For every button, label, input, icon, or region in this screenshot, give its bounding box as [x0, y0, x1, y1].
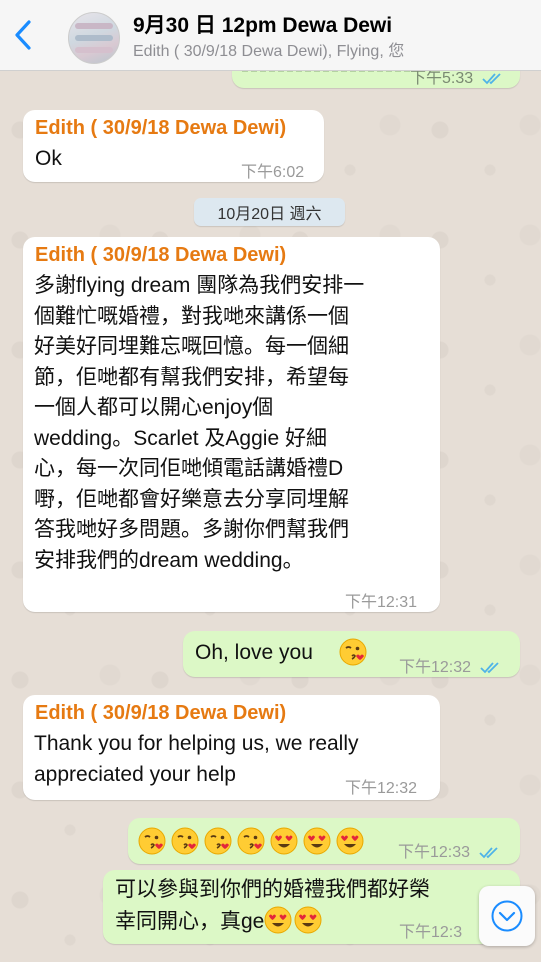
double-check-icon: [478, 847, 498, 859]
message-line-with-emoji: 幸同開心，真ge: [115, 906, 430, 938]
message-text: 可以參與到你們的婚禮我們都好榮 幸同開心，真ge: [115, 875, 430, 937]
message-time: 下午12:31: [345, 594, 418, 611]
message-bubble-incoming[interactable]: Edith ( 30/9/18 Dewa Dewi) 多謝flying drea…: [23, 237, 440, 612]
message-line: Thank you for helping us, we really: [34, 732, 359, 755]
sender-name[interactable]: Edith ( 30/9/18 Dewa Dewi): [35, 244, 286, 267]
scroll-to-bottom-button[interactable]: [479, 886, 535, 946]
date-separator: 10月20日 週六: [194, 198, 345, 226]
message-line: 節，佢哋都有幫我們安排，希望每: [34, 365, 349, 389]
kissing-face-emoji: [339, 638, 367, 671]
message-line: 嘢，佢哋都會好樂意去分享同埋解: [34, 487, 349, 511]
kissing-face-emoji: [138, 827, 166, 855]
back-button[interactable]: [8, 16, 38, 54]
message-bubble-outgoing[interactable]: Oh, love you 下午12:32: [183, 631, 520, 677]
chat-title[interactable]: 9月30 日 12pm Dewa Dewi: [133, 9, 392, 39]
chevron-left-icon: [15, 20, 31, 50]
message-bubble-outgoing[interactable]: 下午12:33: [128, 818, 520, 864]
double-check-icon: [481, 73, 501, 85]
chevron-down-circle-icon: [491, 900, 523, 932]
message-line: 一個人都可以開心enjoy個: [34, 396, 274, 419]
message-line: 好美好同埋難忘嘅回憶。每一個細: [34, 335, 349, 358]
message-time: 下午12:33: [398, 838, 501, 862]
emoji-inline: [264, 906, 324, 933]
message-line: 幸同開心，真ge: [115, 909, 265, 933]
message-line: wedding。Scarlet 及Aggie 好細: [34, 426, 327, 450]
message-time: 下午12:3: [399, 924, 463, 941]
message-bubble-incoming[interactable]: Edith ( 30/9/18 Dewa Dewi) Ok 下午6:02: [23, 110, 324, 182]
heart-eyes-emoji: [336, 827, 364, 855]
message-time: 下午6:02: [241, 164, 305, 181]
message-text: 多謝flying dream 團隊為我們安排一 個難忙嘅婚禮，對我哋來講係一個 …: [34, 271, 439, 576]
message-line: 個難忙嘅婚禮，對我哋來講係一個: [34, 304, 349, 328]
kissing-face-emoji: [204, 827, 232, 855]
kissing-face-emoji: [171, 827, 199, 855]
kissing-face-emoji: [237, 827, 265, 855]
message-line: 答我哋好多問題。多謝你們幫我們: [34, 518, 349, 541]
message-text: Thank you for helping us, we really appr…: [34, 729, 359, 790]
group-avatar[interactable]: [68, 12, 120, 64]
heart-eyes-emoji: [294, 906, 322, 933]
message-line: 安排我們的dream wedding。: [34, 548, 304, 572]
sender-name[interactable]: Edith ( 30/9/18 Dewa Dewi): [35, 702, 286, 725]
heart-eyes-emoji: [270, 827, 298, 855]
message-text: Ok: [35, 147, 62, 170]
message-text: Oh, love you: [195, 641, 313, 664]
message-bubble-outgoing[interactable]: 可以參與到你們的婚禮我們都好榮 幸同開心，真ge 下午12:3: [103, 870, 520, 944]
sender-name[interactable]: Edith ( 30/9/18 Dewa Dewi): [35, 117, 286, 140]
double-check-icon: [479, 662, 499, 674]
message-time: 下午12:32: [345, 780, 418, 797]
emoji-row: [138, 827, 369, 855]
chat-header: 9月30 日 12pm Dewa Dewi Edith ( 30/9/18 De…: [0, 0, 541, 71]
chat-participants[interactable]: Edith ( 30/9/18 Dewa Dewi), Flying, 您: [133, 37, 404, 61]
message-line: 心，每一次同佢哋傾電話講婚禮D: [34, 457, 344, 480]
heart-eyes-emoji: [303, 827, 331, 855]
message-time: 下午12:32: [399, 653, 502, 677]
message-line: 多謝flying dream 團隊為我們安排一: [34, 274, 365, 297]
message-line: 可以參與到你們的婚禮我們都好榮: [115, 878, 430, 901]
message-bubble-incoming[interactable]: Edith ( 30/9/18 Dewa Dewi) Thank you for…: [23, 695, 440, 800]
heart-eyes-emoji: [264, 906, 292, 933]
message-line: appreciated your help: [34, 762, 236, 786]
